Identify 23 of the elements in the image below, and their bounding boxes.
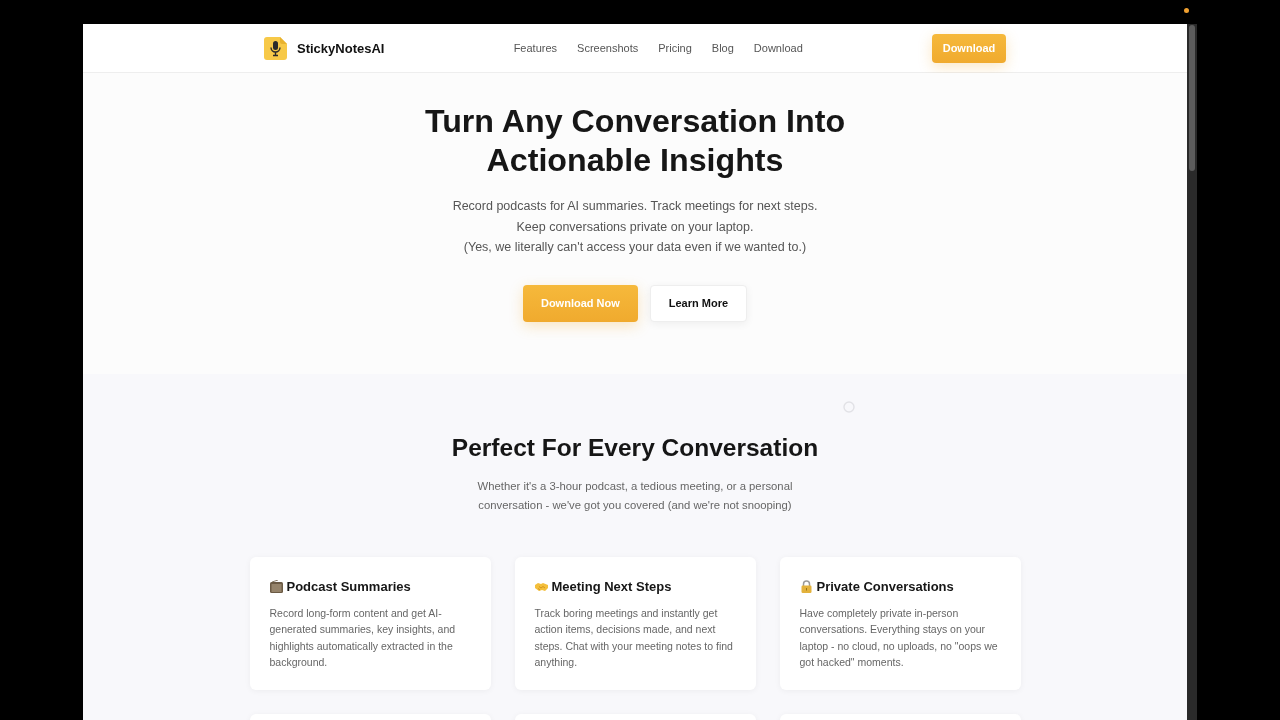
- hero-title: Turn Any Conversation Into Actionable Insights: [423, 102, 847, 180]
- brand-name: StickyNotesAI: [297, 40, 385, 56]
- card-title: Private Conversations: [816, 577, 954, 596]
- nav-link[interactable]: Features: [513, 42, 558, 54]
- nav-link[interactable]: Screenshots: [577, 42, 639, 54]
- handshake-icon: [534, 580, 548, 593]
- nav-link[interactable]: Download: [753, 42, 803, 54]
- nav-link[interactable]: Pricing: [658, 42, 692, 54]
- card-text: Have completely private in-person conversations. Everything stays on your laptop - no cloud, no uploads, no "oops we got hacked" moments.: [799, 605, 999, 670]
- section-title: Perfect For Every Conversation: [451, 432, 819, 463]
- card-text: Record long-form content and get AI-generated summaries, key insights, and highlights automatically extracted in the background.: [269, 605, 457, 670]
- learn-more-button[interactable]: Learn More: [649, 284, 748, 322]
- card-text: Track boring meetings and instantly get action items, decisions made, and next steps. Chat with your meeting notes to find anything.: [534, 605, 734, 670]
- card-title: Podcast Summaries: [286, 577, 411, 596]
- card-title: Meeting Next Steps: [551, 577, 672, 596]
- microphone-note-icon: [264, 36, 287, 60]
- indicator-dot-icon: [1184, 7, 1189, 13]
- scrollbar-thumb[interactable]: [1189, 25, 1195, 171]
- nav-link[interactable]: Blog: [711, 42, 734, 54]
- radio-icon: [269, 580, 283, 593]
- hero-subtitle: Record podcasts for AI summaries. Track meetings for next steps. Keep conversations private on your laptop. (Yes, we literally can't access your data even if we wanted to.): [452, 198, 818, 256]
- section-subtitle: Whether it's a 3-hour podcast, a tedious meeting, or a personal conversation - we've got you covered (and we're not snooping): [476, 478, 794, 513]
- lock-icon: [799, 580, 813, 593]
